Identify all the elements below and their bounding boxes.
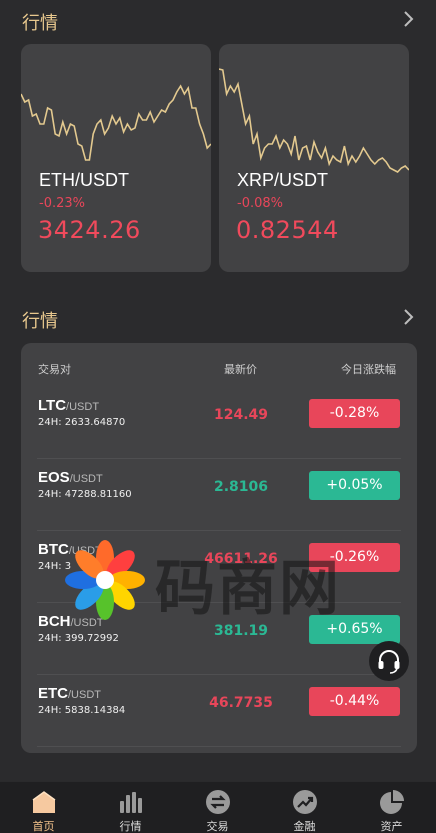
eth-sparkline xyxy=(21,84,211,161)
row-quote: /USDT xyxy=(68,689,101,701)
row-symbol: LTC/USDT xyxy=(38,397,99,414)
watermark: 码商网 xyxy=(65,540,365,624)
card-pair: XRP/USDT xyxy=(237,170,329,190)
tab-label: 首页 xyxy=(32,820,55,833)
row-change-badge[interactable]: -0.28% xyxy=(309,399,400,428)
tab-market[interactable]: 行情 xyxy=(87,782,174,833)
tab-label: 交易 xyxy=(206,820,229,833)
tab-label: 金融 xyxy=(293,820,316,833)
exchange-icon xyxy=(206,790,230,814)
row-symbol: ETC/USDT xyxy=(38,685,101,702)
home-icon xyxy=(32,791,56,813)
market-section-title: 行情 xyxy=(22,311,58,332)
chevron-right-icon[interactable] xyxy=(402,9,414,29)
row-quote: /USDT xyxy=(69,473,103,485)
market-header-list[interactable]: 行情 xyxy=(0,302,436,336)
card-price: 3424.26 xyxy=(38,216,141,244)
trend-up-icon xyxy=(293,790,317,814)
bar-chart-icon xyxy=(120,792,142,813)
tab-label: 资产 xyxy=(380,820,403,833)
table-row[interactable]: EOS/USDT 24H: 47288.81160 2.8106 +0.05% xyxy=(21,459,417,531)
card-change: -0.08% xyxy=(237,196,283,211)
flower-logo-icon xyxy=(65,540,145,620)
header-change: 今日涨跌幅 xyxy=(341,363,396,376)
header-pair: 交易对 xyxy=(38,363,71,376)
row-base: EOS xyxy=(38,469,70,486)
row-last-price: 2.8106 xyxy=(213,479,269,495)
bottom-tab-bar: 首页 行情 交易 金融 资产 xyxy=(0,781,436,833)
row-change-badge[interactable]: -0.44% xyxy=(309,687,400,716)
row-divider xyxy=(37,746,401,747)
row-volume: 24H: 399.72992 xyxy=(38,633,119,644)
watermark-text: 码商网 xyxy=(155,554,341,624)
row-last-price: 124.49 xyxy=(213,407,269,423)
market-header-top[interactable]: 行情 xyxy=(0,4,436,38)
row-volume: 24H: 2633.64870 xyxy=(38,417,126,428)
row-symbol: EOS/USDT xyxy=(38,469,103,486)
tab-label: 行情 xyxy=(119,820,142,833)
row-last-price: 46.7735 xyxy=(209,695,273,711)
chevron-right-icon[interactable] xyxy=(402,307,414,327)
card-change: -0.23% xyxy=(39,196,85,211)
customer-support-button[interactable] xyxy=(369,641,409,681)
pie-chart-icon xyxy=(380,790,404,814)
xrp-sparkline xyxy=(219,68,409,173)
row-volume: 24H: 47288.81160 xyxy=(38,489,132,500)
row-quote: /USDT xyxy=(66,401,100,413)
headset-icon xyxy=(378,650,400,674)
ticker-card-eth[interactable]: ETH/USDT -0.23% 3424.26 xyxy=(21,44,211,272)
card-pair: ETH/USDT xyxy=(39,170,129,190)
row-base: ETC xyxy=(38,685,68,702)
ticker-card-xrp[interactable]: XRP/USDT -0.08% 0.82544 xyxy=(219,44,409,272)
card-price: 0.82544 xyxy=(236,216,339,244)
tab-trade[interactable]: 交易 xyxy=(174,782,261,833)
tab-finance[interactable]: 金融 xyxy=(261,782,348,833)
table-row[interactable]: ETC/USDT 24H: 5838.14384 46.7735 -0.44% xyxy=(21,675,417,747)
market-section-title: 行情 xyxy=(22,13,58,34)
table-row[interactable]: LTC/USDT 24H: 2633.64870 124.49 -0.28% xyxy=(21,387,417,459)
row-change-badge[interactable]: +0.05% xyxy=(309,471,400,500)
row-volume: 24H: 5838.14384 xyxy=(38,705,126,716)
tab-home[interactable]: 首页 xyxy=(0,782,87,833)
header-last-price: 最新价 xyxy=(224,363,257,376)
tab-assets[interactable]: 资产 xyxy=(348,782,435,833)
row-base: LTC xyxy=(38,397,67,414)
